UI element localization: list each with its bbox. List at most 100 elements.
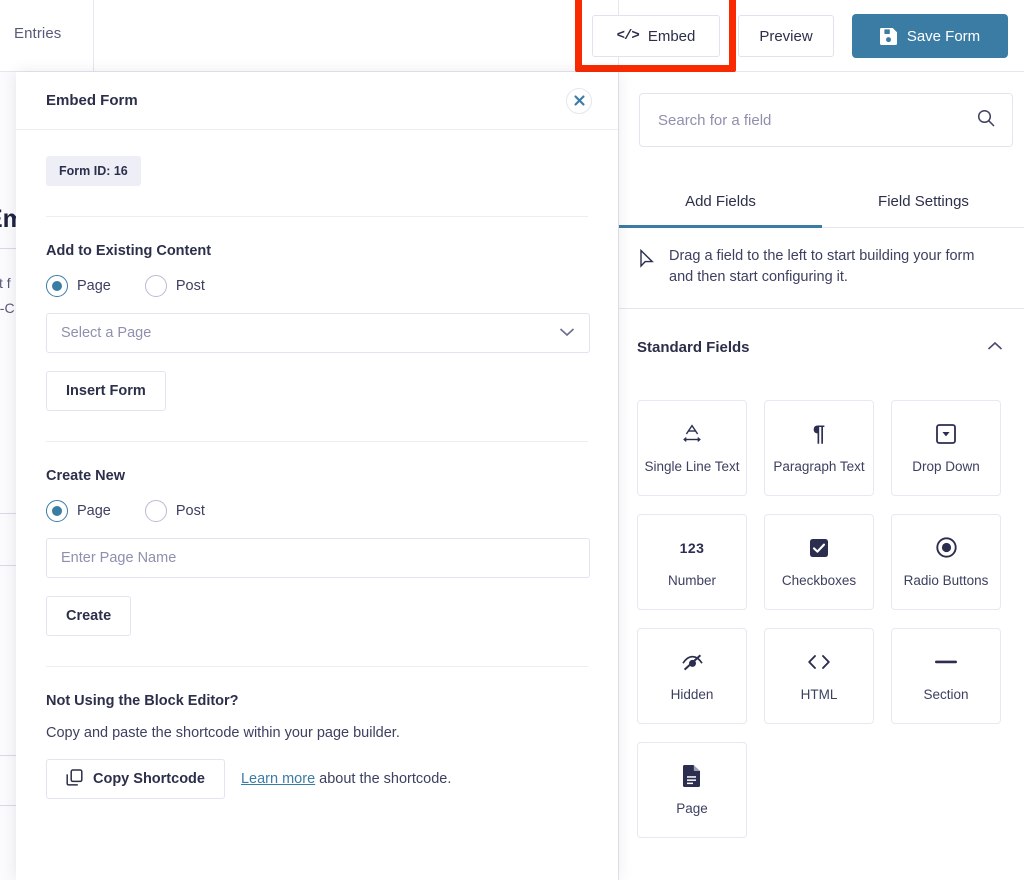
radio-selected-indicator xyxy=(46,275,68,297)
chevron-up-icon[interactable] xyxy=(987,338,1003,356)
field-card-label: Page xyxy=(676,801,708,816)
tab-field-settings[interactable]: Field Settings xyxy=(822,175,1024,227)
radio-create-page[interactable]: Page xyxy=(46,500,111,522)
field-card-html[interactable]: HTML xyxy=(764,628,874,724)
tab-add-fields[interactable]: Add Fields xyxy=(619,175,822,227)
field-card-checkboxes[interactable]: Checkboxes xyxy=(764,514,874,610)
copy-icon xyxy=(66,769,83,790)
field-card-label: Radio Buttons xyxy=(904,573,989,588)
radio-existing-post[interactable]: Post xyxy=(145,275,205,297)
code-icon: </> xyxy=(617,28,639,44)
modal-title: Embed Form xyxy=(46,92,138,109)
floppy-disk-icon xyxy=(880,28,897,45)
search-input[interactable] xyxy=(656,111,976,130)
create-button-label: Create xyxy=(66,608,111,624)
shortcode-actions: Copy Shortcode Learn more about the shor… xyxy=(46,741,588,799)
field-card-label: Section xyxy=(923,687,968,702)
drag-hint: Drag a field to the left to start buildi… xyxy=(619,228,1024,309)
learn-note-suffix: about the shortcode. xyxy=(315,771,451,787)
search-icon xyxy=(976,108,996,133)
shortcode-heading: Not Using the Block Editor? xyxy=(46,693,588,709)
field-card-radio-buttons[interactable]: Radio Buttons xyxy=(891,514,1001,610)
create-new-heading: Create New xyxy=(46,468,588,484)
radio-selected-icon xyxy=(936,537,957,559)
chevron-down-icon xyxy=(559,325,575,341)
existing-content-heading: Add to Existing Content xyxy=(46,243,588,259)
save-form-button[interactable]: Save Form xyxy=(852,14,1008,58)
single-line-text-icon xyxy=(681,423,703,445)
background-text-line-2: d-C xyxy=(0,300,15,316)
radio-create-page-label: Page xyxy=(77,503,111,519)
standard-fields-label: Standard Fields xyxy=(637,339,750,356)
standard-fields-grid: Single Line Text ¶ Paragraph Text Drop D… xyxy=(637,400,1009,838)
drag-hint-text: Drag a field to the left to start buildi… xyxy=(669,246,999,288)
checkbox-checked-icon xyxy=(809,537,829,559)
standard-fields-section-header[interactable]: Standard Fields xyxy=(619,316,1024,378)
modal-header: Embed Form xyxy=(16,72,618,130)
field-card-label: Hidden xyxy=(671,687,714,702)
modal-body: Form ID: 16 Add to Existing Content Page… xyxy=(16,130,618,799)
eye-off-icon xyxy=(681,651,704,673)
shortcode-description: Copy and paste the shortcode within your… xyxy=(46,725,588,741)
radio-existing-page[interactable]: Page xyxy=(46,275,111,297)
field-panel-tabs: Add Fields Field Settings xyxy=(619,175,1024,228)
radio-selected-indicator xyxy=(46,500,68,522)
create-new-radio-group: Page Post xyxy=(46,500,588,522)
embed-button[interactable]: </> Embed xyxy=(592,15,720,57)
page-document-icon xyxy=(683,765,701,787)
preview-button-label: Preview xyxy=(759,28,812,45)
field-card-label: Drop Down xyxy=(912,459,980,474)
dropdown-icon xyxy=(936,423,956,445)
field-card-hidden[interactable]: Hidden xyxy=(637,628,747,724)
field-card-drop-down[interactable]: Drop Down xyxy=(891,400,1001,496)
code-brackets-icon xyxy=(806,651,832,673)
field-card-label: Number xyxy=(668,573,716,588)
field-card-paragraph-text[interactable]: ¶ Paragraph Text xyxy=(764,400,874,496)
field-card-label: HTML xyxy=(801,687,838,702)
insert-form-button-label: Insert Form xyxy=(66,383,146,399)
form-id-badge: Form ID: 16 xyxy=(46,156,141,186)
select-a-page-value: Select a Page xyxy=(61,325,151,341)
section-divider xyxy=(46,216,588,217)
field-card-single-line-text[interactable]: Single Line Text xyxy=(637,400,747,496)
tab-field-settings-label: Field Settings xyxy=(878,193,969,210)
close-icon[interactable] xyxy=(566,88,592,114)
radio-existing-page-label: Page xyxy=(77,278,111,294)
field-card-number[interactable]: 123 Number xyxy=(637,514,747,610)
field-card-page[interactable]: Page xyxy=(637,742,747,838)
save-form-button-label: Save Form xyxy=(907,28,980,45)
pilcrow-icon: ¶ xyxy=(813,423,825,445)
field-card-label: Paragraph Text xyxy=(773,459,864,474)
page-name-input[interactable] xyxy=(46,538,590,578)
preview-button[interactable]: Preview xyxy=(738,15,834,57)
embed-form-modal: Embed Form Form ID: 16 Add to Existing C… xyxy=(16,72,618,880)
background-text-line-1: st f xyxy=(0,275,11,291)
number-123-icon: 123 xyxy=(680,537,705,559)
field-card-label: Checkboxes xyxy=(782,573,856,588)
insert-form-button[interactable]: Insert Form xyxy=(46,371,166,411)
tab-add-fields-label: Add Fields xyxy=(685,193,756,210)
toolbar-divider xyxy=(93,0,94,72)
field-panel: Add Fields Field Settings Drag a field t… xyxy=(618,72,1024,880)
radio-empty-indicator xyxy=(145,275,167,297)
horizontal-line-icon xyxy=(935,651,957,673)
radio-create-post[interactable]: Post xyxy=(145,500,205,522)
search-field-container[interactable] xyxy=(639,93,1013,147)
section-divider xyxy=(46,666,588,667)
field-card-section[interactable]: Section xyxy=(891,628,1001,724)
cursor-arrow-icon xyxy=(639,249,655,274)
select-a-page-dropdown[interactable]: Select a Page xyxy=(46,313,590,353)
section-divider xyxy=(46,441,588,442)
radio-empty-indicator xyxy=(145,500,167,522)
embed-button-label: Embed xyxy=(648,28,696,45)
existing-content-radio-group: Page Post xyxy=(46,275,588,297)
create-button[interactable]: Create xyxy=(46,596,131,636)
radio-create-post-label: Post xyxy=(176,503,205,519)
copy-shortcode-button-label: Copy Shortcode xyxy=(93,771,205,787)
learn-more-link[interactable]: Learn more xyxy=(241,771,315,787)
shortcode-learn-note: Learn more about the shortcode. xyxy=(241,771,451,787)
nav-item-entries[interactable]: Entries xyxy=(14,25,61,42)
copy-shortcode-button[interactable]: Copy Shortcode xyxy=(46,759,225,799)
field-card-label: Single Line Text xyxy=(644,459,739,474)
radio-existing-post-label: Post xyxy=(176,278,205,294)
